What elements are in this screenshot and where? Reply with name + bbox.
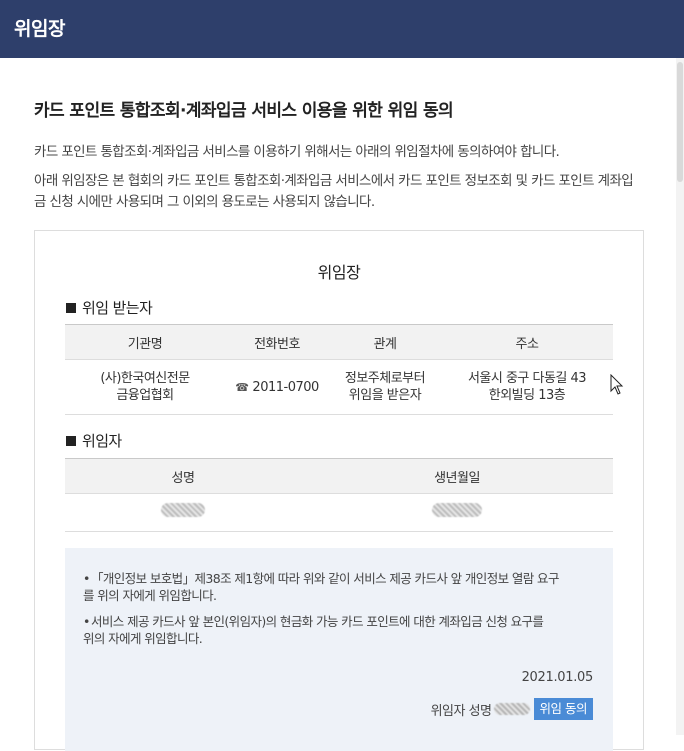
address-line1: 서울시 중구 다동길 43 xyxy=(467,371,587,386)
column-header-org: 기관명 xyxy=(65,324,225,360)
recipient-table: 기관명 전화번호 관계 주소 (사)한국여신전문 금융업협회 ☎ 2011-070… xyxy=(65,324,613,415)
relation-cell: 정보주체로부터 위임을 받은자 xyxy=(329,359,441,415)
masked-name xyxy=(161,503,205,517)
delegator-heading: 위임자 xyxy=(66,430,122,451)
org-cell: (사)한국여신전문 금융업협회 xyxy=(65,359,225,415)
table-header-row: 기관명 전화번호 관계 주소 xyxy=(65,324,613,360)
consent-bullet-2-line1: 서비스 제공 카드사 앞 본인(위임자)의 현금화 가능 카드 포인트에 대한 … xyxy=(91,614,544,629)
app-header: 위임장 xyxy=(0,0,684,58)
relation-line1: 정보주체로부터 xyxy=(344,371,426,386)
scrollbar-thumb[interactable] xyxy=(677,62,683,182)
relation-line2: 위임을 받은자 xyxy=(348,388,422,403)
column-header-relation: 관계 xyxy=(329,324,441,360)
phone-icon: ☎ xyxy=(235,380,249,394)
masked-signer-name xyxy=(493,703,530,715)
org-name-line1: (사)한국여신전문 xyxy=(100,371,190,386)
square-bullet-icon xyxy=(66,436,76,446)
delegator-table: 성명 생년월일 xyxy=(65,458,613,532)
consent-bullet-1: •「개인정보 보호법」제38조 제1항에 따라 위와 같이 서비스 제공 카드사… xyxy=(83,570,593,604)
signer-label: 위임자 성명 xyxy=(430,703,492,719)
delegator-heading-label: 위임자 xyxy=(82,432,122,450)
intro-text-1: 카드 포인트 통합조회·계좌입금 서비스를 이용하기 위해서는 아래의 위임절차… xyxy=(34,144,560,160)
phone-cell: ☎ 2011-0700 xyxy=(225,359,329,415)
section-title: 카드 포인트 통합조회·계좌입금 서비스 이용을 위한 위임 동의 xyxy=(34,101,454,121)
signature-row: 위임자 성명 위임 동의 xyxy=(431,697,593,721)
bullet-dot: • xyxy=(83,614,90,629)
consent-date: 2021.01.05 xyxy=(521,670,594,685)
agree-button[interactable]: 위임 동의 xyxy=(533,698,593,720)
org-name-line2: 금융업협회 xyxy=(116,388,174,403)
table-row: (사)한국여신전문 금융업협회 ☎ 2011-0700 정보주체로부터 위임을 받… xyxy=(65,359,613,415)
address-cell: 서울시 중구 다동길 43 한외빌딩 13층 xyxy=(441,359,613,415)
mouse-cursor-icon xyxy=(610,374,624,395)
consent-bullet-2: •서비스 제공 카드사 앞 본인(위임자)의 현금화 가능 카드 포인트에 대한… xyxy=(83,613,593,647)
document-title: 위임장 xyxy=(317,263,361,282)
masked-birthdate xyxy=(432,503,482,517)
column-header-name: 성명 xyxy=(65,458,301,494)
recipient-heading-label: 위임 받는자 xyxy=(82,299,153,317)
address-line2: 한외빌딩 13층 xyxy=(488,388,566,403)
delegator-name-cell xyxy=(65,493,301,532)
page-title: 위임장 xyxy=(14,18,65,40)
power-of-attorney-document: 위임장 위임 받는자 기관명 전화번호 관계 주소 (사)한국여신전문 금융업협… xyxy=(34,230,644,751)
intro-text-2: 아래 위임장은 본 협회의 카드 포인트 통합조회·계좌입금 서비스에서 카드 … xyxy=(34,173,634,210)
consent-bullet-1-line2: 를 위의 자에게 위임합니다. xyxy=(83,588,217,603)
square-bullet-icon xyxy=(66,303,76,313)
consent-bullet-2-line2: 위의 자에게 위임합니다. xyxy=(83,631,203,646)
delegator-birthdate-cell xyxy=(301,493,613,532)
bullet-dot: • xyxy=(83,571,90,586)
column-header-birthdate: 생년월일 xyxy=(301,458,613,494)
recipient-heading: 위임 받는자 xyxy=(66,297,153,318)
consent-bullet-1-line1: 「개인정보 보호법」제38조 제1항에 따라 위와 같이 서비스 제공 카드사 … xyxy=(91,571,559,586)
consent-notice-box: •「개인정보 보호법」제38조 제1항에 따라 위와 같이 서비스 제공 카드사… xyxy=(65,548,613,751)
table-header-row: 성명 생년월일 xyxy=(65,458,613,494)
column-header-phone: 전화번호 xyxy=(225,324,329,360)
table-row xyxy=(65,493,613,532)
column-header-address: 주소 xyxy=(441,324,613,360)
phone-number: 2011-0700 xyxy=(252,379,319,395)
